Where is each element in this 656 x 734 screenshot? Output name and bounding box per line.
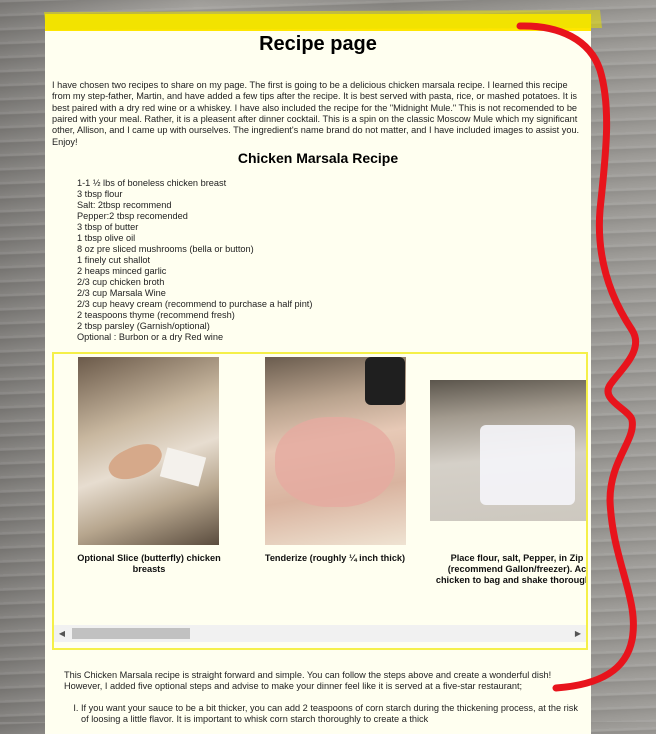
ingredient-item: 3 tbsp flour [77, 189, 123, 199]
scroll-left-icon[interactable]: ◀ [54, 625, 70, 642]
summary-paragraph: This Chicken Marsala recipe is straight … [64, 670, 552, 692]
ingredient-item: 1 finely cut shallot [77, 255, 151, 265]
ingredient-item: 2 teaspoons thyme (recommend fresh) [77, 310, 235, 320]
ingredient-item: 3 tbsp of butter [77, 222, 139, 232]
ingredient-item: 2/3 cup chicken broth [77, 277, 165, 287]
ingredient-item: 1 tbsp olive oil [77, 233, 136, 243]
horizontal-scrollbar[interactable]: ◀ ▶ [54, 625, 586, 642]
ingredient-item: 1-1 ½ lbs of boneless chicken breast [77, 178, 227, 188]
intro-paragraph: I have chosen two recipes to share on my… [52, 80, 580, 147]
ingredient-item: Pepper:2 tbsp recomended [77, 211, 188, 221]
image-gallery[interactable]: Optional Slice (butterfly) chicken breas… [52, 352, 588, 650]
photo-flour-bag [430, 380, 586, 521]
scroll-right-icon[interactable]: ▶ [570, 625, 586, 642]
caption-step-2: Tenderize (roughly ¼ inch thick) [264, 553, 406, 563]
ingredient-item: 2/3 cup heavy cream (recommend to purcha… [77, 299, 313, 309]
ingredient-item: Salt: 2tbsp recommend [77, 200, 172, 210]
recipe-title: Chicken Marsala Recipe [237, 150, 399, 166]
scrollbar-thumb[interactable] [72, 628, 190, 639]
photo-tenderize-chicken [265, 357, 406, 545]
ingredient-item: Optional : Burbon or a dry Red wine [77, 332, 224, 342]
caption-step-1: Optional Slice (butterfly) chicken breas… [77, 553, 221, 574]
photo-butterfly-chicken [78, 357, 219, 545]
ingredient-item: 2/3 cup Marsala Wine [77, 288, 166, 298]
recipe-page: Recipe page I have chosen two recipes to… [45, 14, 591, 734]
ingredient-list: 1-1 ½ lbs of boneless chicken breast 3 t… [77, 178, 312, 343]
hand-shape [104, 436, 167, 488]
mallet-shape [365, 357, 405, 405]
bag-shape [480, 425, 575, 505]
ingredient-item: 2 heaps minced garlic [77, 266, 167, 276]
paper-towel-shape [159, 447, 207, 487]
ingredient-item: 2 tbsp parsley (Garnish/optional) [77, 321, 210, 331]
caption-step-3: Place flour, salt, Pepper, in Zip (recom… [435, 553, 588, 585]
page-title: Recipe page [259, 33, 377, 55]
highlighted-top-bar [45, 14, 591, 31]
ingredient-item: 8 oz pre sliced mushrooms (bella or butt… [77, 244, 254, 254]
chicken-shape [275, 417, 395, 507]
